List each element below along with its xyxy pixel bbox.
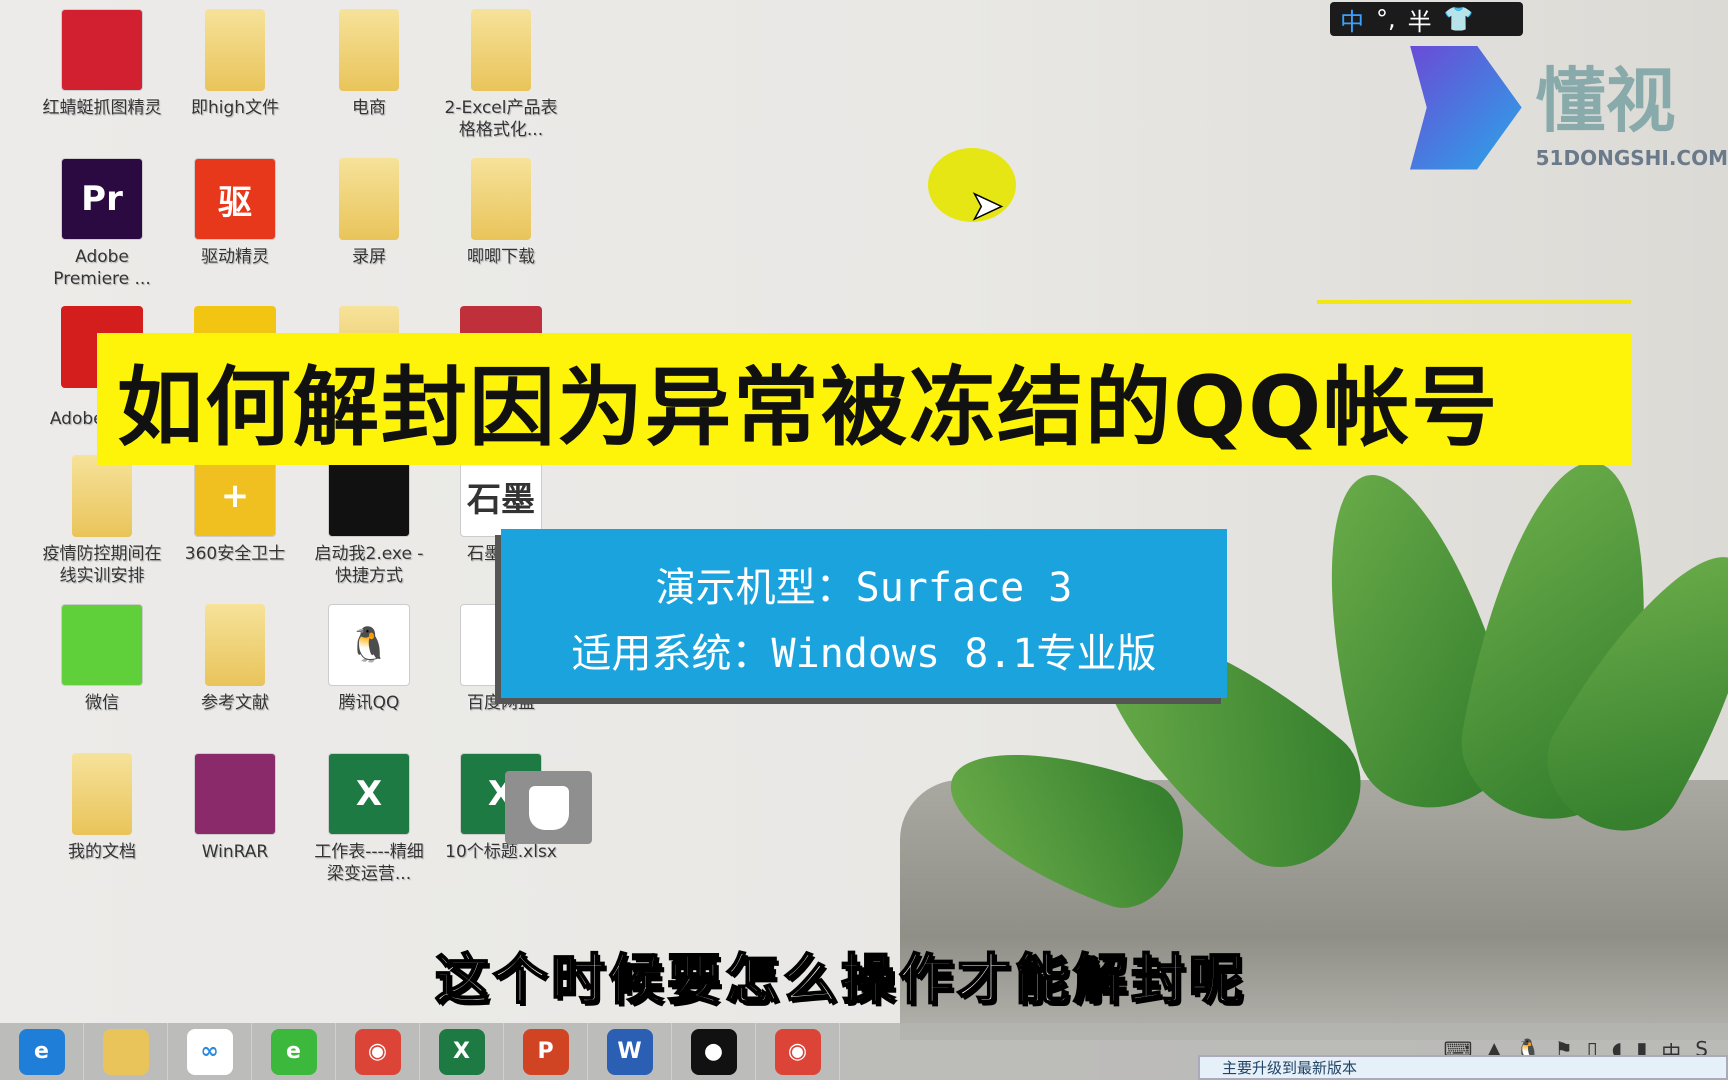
folder-icon <box>471 158 531 240</box>
taskbar-360-browser[interactable]: e <box>252 1023 336 1080</box>
taskbar-internet-explorer[interactable]: e <box>0 1023 84 1080</box>
desktop-icon[interactable]: 2-Excel产品表格格式化... <box>441 9 561 141</box>
desktop-icon-label: WinRAR <box>201 842 269 862</box>
device-model: 演示机型：Surface 3 <box>655 565 1073 611</box>
desktop-icon[interactable]: 参考文献 <box>175 604 295 714</box>
taskbar-baidu-netdisk[interactable]: ∞ <box>168 1023 252 1080</box>
taskbar-chrome[interactable]: ◉ <box>336 1023 420 1080</box>
wechat-icon <box>61 604 143 686</box>
desktop-icon-label: 红蜻蜓抓图精灵 <box>42 98 162 118</box>
desktop-icon[interactable]: Pr Adobe Premiere ... <box>42 158 162 290</box>
desktop-icon[interactable]: 电商 <box>309 9 429 119</box>
qq-icon: 🐧 <box>328 604 410 686</box>
ime-punct[interactable]: °, <box>1376 5 1396 33</box>
taskbar-recorder[interactable]: ● <box>672 1023 756 1080</box>
internet-explorer-icon: e <box>18 1028 65 1075</box>
winrar-icon <box>194 753 276 835</box>
folder-icon <box>205 604 265 686</box>
desktop-icon[interactable]: 微信 <box>42 604 162 714</box>
desktop-icon-label: 微信 <box>85 693 119 713</box>
folder-icon <box>339 158 399 240</box>
ime-width[interactable]: 半 <box>1408 2 1432 37</box>
folder-icon <box>72 455 132 537</box>
excel-file-icon: X <box>328 753 410 835</box>
taskbar-file-explorer[interactable] <box>84 1023 168 1080</box>
folder-icon <box>471 9 531 91</box>
taskbar-word[interactable]: W <box>588 1023 672 1080</box>
folder-icon <box>339 9 399 91</box>
logo-url: 51DONGSHI.COM <box>1535 146 1728 170</box>
desktop-icon-label: 360安全卫士 <box>184 544 286 564</box>
dragonfly-app-icon <box>61 9 143 91</box>
logo-name: 懂视 <box>1535 60 1676 142</box>
desktop-icon[interactable]: 录屏 <box>309 158 429 268</box>
desktop-icon-label: 我的文档 <box>68 842 136 862</box>
device-info-box: 演示机型：Surface 3 适用系统：Windows 8.1专业版 <box>501 529 1227 698</box>
desktop-icon[interactable]: 我的文档 <box>42 753 162 863</box>
recorder-icon: ● <box>690 1028 737 1075</box>
record-app-icon <box>328 455 410 537</box>
desktop-icon-label: 参考文献 <box>201 693 269 713</box>
folder-icon <box>205 9 265 91</box>
play-logo-icon <box>1410 45 1522 170</box>
title-banner: 如何解封因为异常被冻结的QQ帐号 <box>97 333 1631 465</box>
ime-toolbar[interactable]: 中 °, 半 👕 <box>1330 2 1523 36</box>
desktop-icon-label: 唧唧下载 <box>467 247 535 267</box>
file-explorer-icon <box>102 1028 149 1075</box>
usb-drive-icon[interactable] <box>505 771 592 844</box>
desktop-icon[interactable]: 唧唧下载 <box>441 158 561 268</box>
desktop-icon-label: Adobe Premiere ... <box>53 247 151 289</box>
premiere-icon: Pr <box>61 158 143 240</box>
driver-genius-icon: 驱 <box>194 158 276 240</box>
chrome-2-icon: ◉ <box>774 1028 821 1075</box>
360-icon: + <box>194 455 276 537</box>
mouse-cursor-icon: ➤ <box>969 182 1004 230</box>
desktop-icon-label: 工作表----精细梁变运营... <box>314 842 424 884</box>
notification-popup[interactable]: 主要升级到最新版本 <box>1198 1055 1728 1080</box>
watermark-logo: 懂视 51DONGSHI.COM <box>1410 39 1728 176</box>
desktop-icon-label: 驱动精灵 <box>201 247 269 267</box>
desktop-icon-label: 2-Excel产品表格格式化... <box>444 98 558 140</box>
chrome-icon: ◉ <box>354 1028 401 1075</box>
desktop-icon[interactable]: 启动我2.exe - 快捷方式 <box>309 455 429 587</box>
desktop-icon-label: 录屏 <box>352 247 386 267</box>
desktop-icon[interactable]: WinRAR <box>175 753 295 863</box>
desktop-icon-label: 疫情防控期间在线实训安排 <box>42 544 162 586</box>
banner-title: 如何解封因为异常被冻结的QQ帐号 <box>117 357 1500 458</box>
desktop-icon[interactable]: 驱驱动精灵 <box>175 158 295 268</box>
shimo-icon: 石墨 <box>460 455 542 537</box>
desktop-icon-label: 电商 <box>352 98 386 118</box>
folder-icon <box>72 753 132 835</box>
desktop-icon-label: 10个标题.xlsx <box>445 842 557 862</box>
ime-mode[interactable]: 中 <box>1340 2 1364 37</box>
decorative-line <box>1317 300 1631 304</box>
video-subtitle: 这个时候要怎么操作才能解封呢 <box>434 947 1247 1012</box>
taskbar-chrome-2[interactable]: ◉ <box>756 1023 840 1080</box>
desktop-icon[interactable]: 红蜻蜓抓图精灵 <box>42 9 162 119</box>
desktop-icon-label: 腾讯QQ <box>338 693 400 713</box>
baidu-netdisk-icon: ∞ <box>186 1028 233 1075</box>
skin-shirt-icon[interactable]: 👕 <box>1444 5 1474 33</box>
desktop-icon[interactable]: +360安全卫士 <box>175 455 295 565</box>
desktop-icon[interactable]: 即high文件 <box>175 9 295 119</box>
powerpoint-icon: P <box>522 1028 569 1075</box>
taskbar-excel[interactable]: X <box>420 1023 504 1080</box>
360-browser-icon: e <box>270 1028 317 1075</box>
word-icon: W <box>606 1028 653 1075</box>
desktop-icon-label: 即high文件 <box>190 98 280 118</box>
desktop-icon[interactable]: X 工作表----精细梁变运营... <box>309 753 429 885</box>
taskbar-powerpoint[interactable]: P <box>504 1023 588 1080</box>
desktop-icon[interactable]: 🐧 腾讯QQ <box>309 604 429 714</box>
excel-icon: X <box>438 1028 485 1075</box>
desktop-icon[interactable]: 疫情防控期间在线实训安排 <box>42 455 162 587</box>
desktop-icon-label: 启动我2.exe - 快捷方式 <box>314 544 424 586</box>
system-version: 适用系统：Windows 8.1专业版 <box>571 631 1157 677</box>
